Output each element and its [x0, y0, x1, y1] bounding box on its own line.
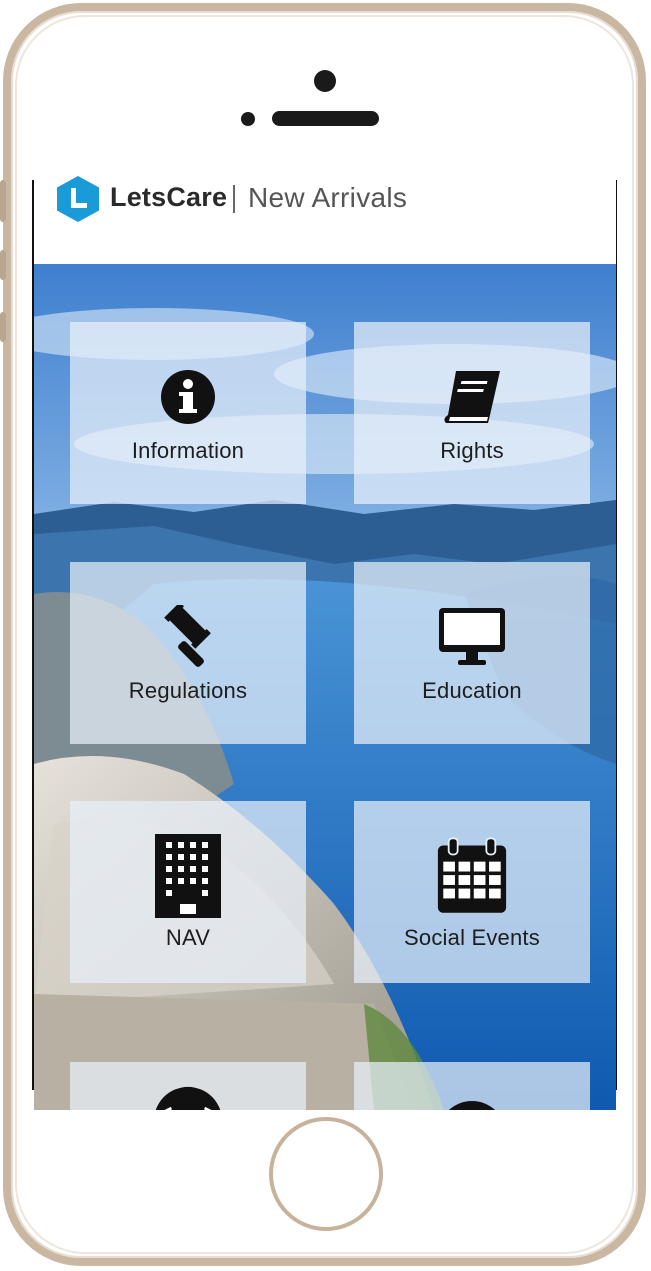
tile-social-events[interactable]: Social Events — [354, 801, 590, 983]
earpiece-speaker — [272, 111, 379, 126]
book-icon — [437, 362, 507, 432]
tile-label: Education — [422, 678, 522, 703]
tile-nav[interactable]: NAV — [70, 801, 306, 983]
brand-name: LetsCare — [110, 182, 228, 212]
letscare-logo-icon — [57, 176, 99, 222]
calendar-icon — [437, 833, 507, 919]
tile-label: Information — [131, 438, 245, 463]
info-icon — [153, 362, 223, 432]
monitor-icon — [437, 602, 507, 672]
tile-label: Social Events — [404, 925, 540, 950]
mute-switch — [0, 180, 6, 222]
volume-up-button — [0, 250, 6, 280]
tile-label: Rights — [440, 438, 504, 463]
tile-label: NAV — [165, 925, 211, 950]
tile-education[interactable]: Education — [354, 562, 590, 744]
tile-rights[interactable]: Rights — [354, 322, 590, 504]
app-header: LetsCare New Arrivals — [34, 172, 616, 264]
brand-subtitle: New Arrivals — [248, 182, 408, 213]
tile-regulations[interactable]: Regulations — [70, 562, 306, 744]
tile-sports[interactable] — [70, 1062, 306, 1110]
proximity-sensor — [241, 112, 255, 126]
building-icon — [153, 833, 223, 919]
dark-circle-icon — [437, 1100, 507, 1110]
volume-down-button — [0, 312, 6, 342]
gavel-icon — [153, 602, 223, 672]
hero-background: Information Rights Regulations Education — [34, 264, 616, 1110]
home-button[interactable] — [269, 1117, 383, 1231]
tile-label: Regulations — [128, 678, 248, 703]
front-camera — [314, 70, 336, 92]
soccer-ball-icon — [153, 1086, 223, 1110]
tile-more[interactable] — [354, 1062, 590, 1110]
tile-information[interactable]: Information — [70, 322, 306, 504]
app-screen: LetsCare New Arrivals Information Rights… — [34, 172, 616, 1110]
brand-separator — [233, 185, 235, 213]
